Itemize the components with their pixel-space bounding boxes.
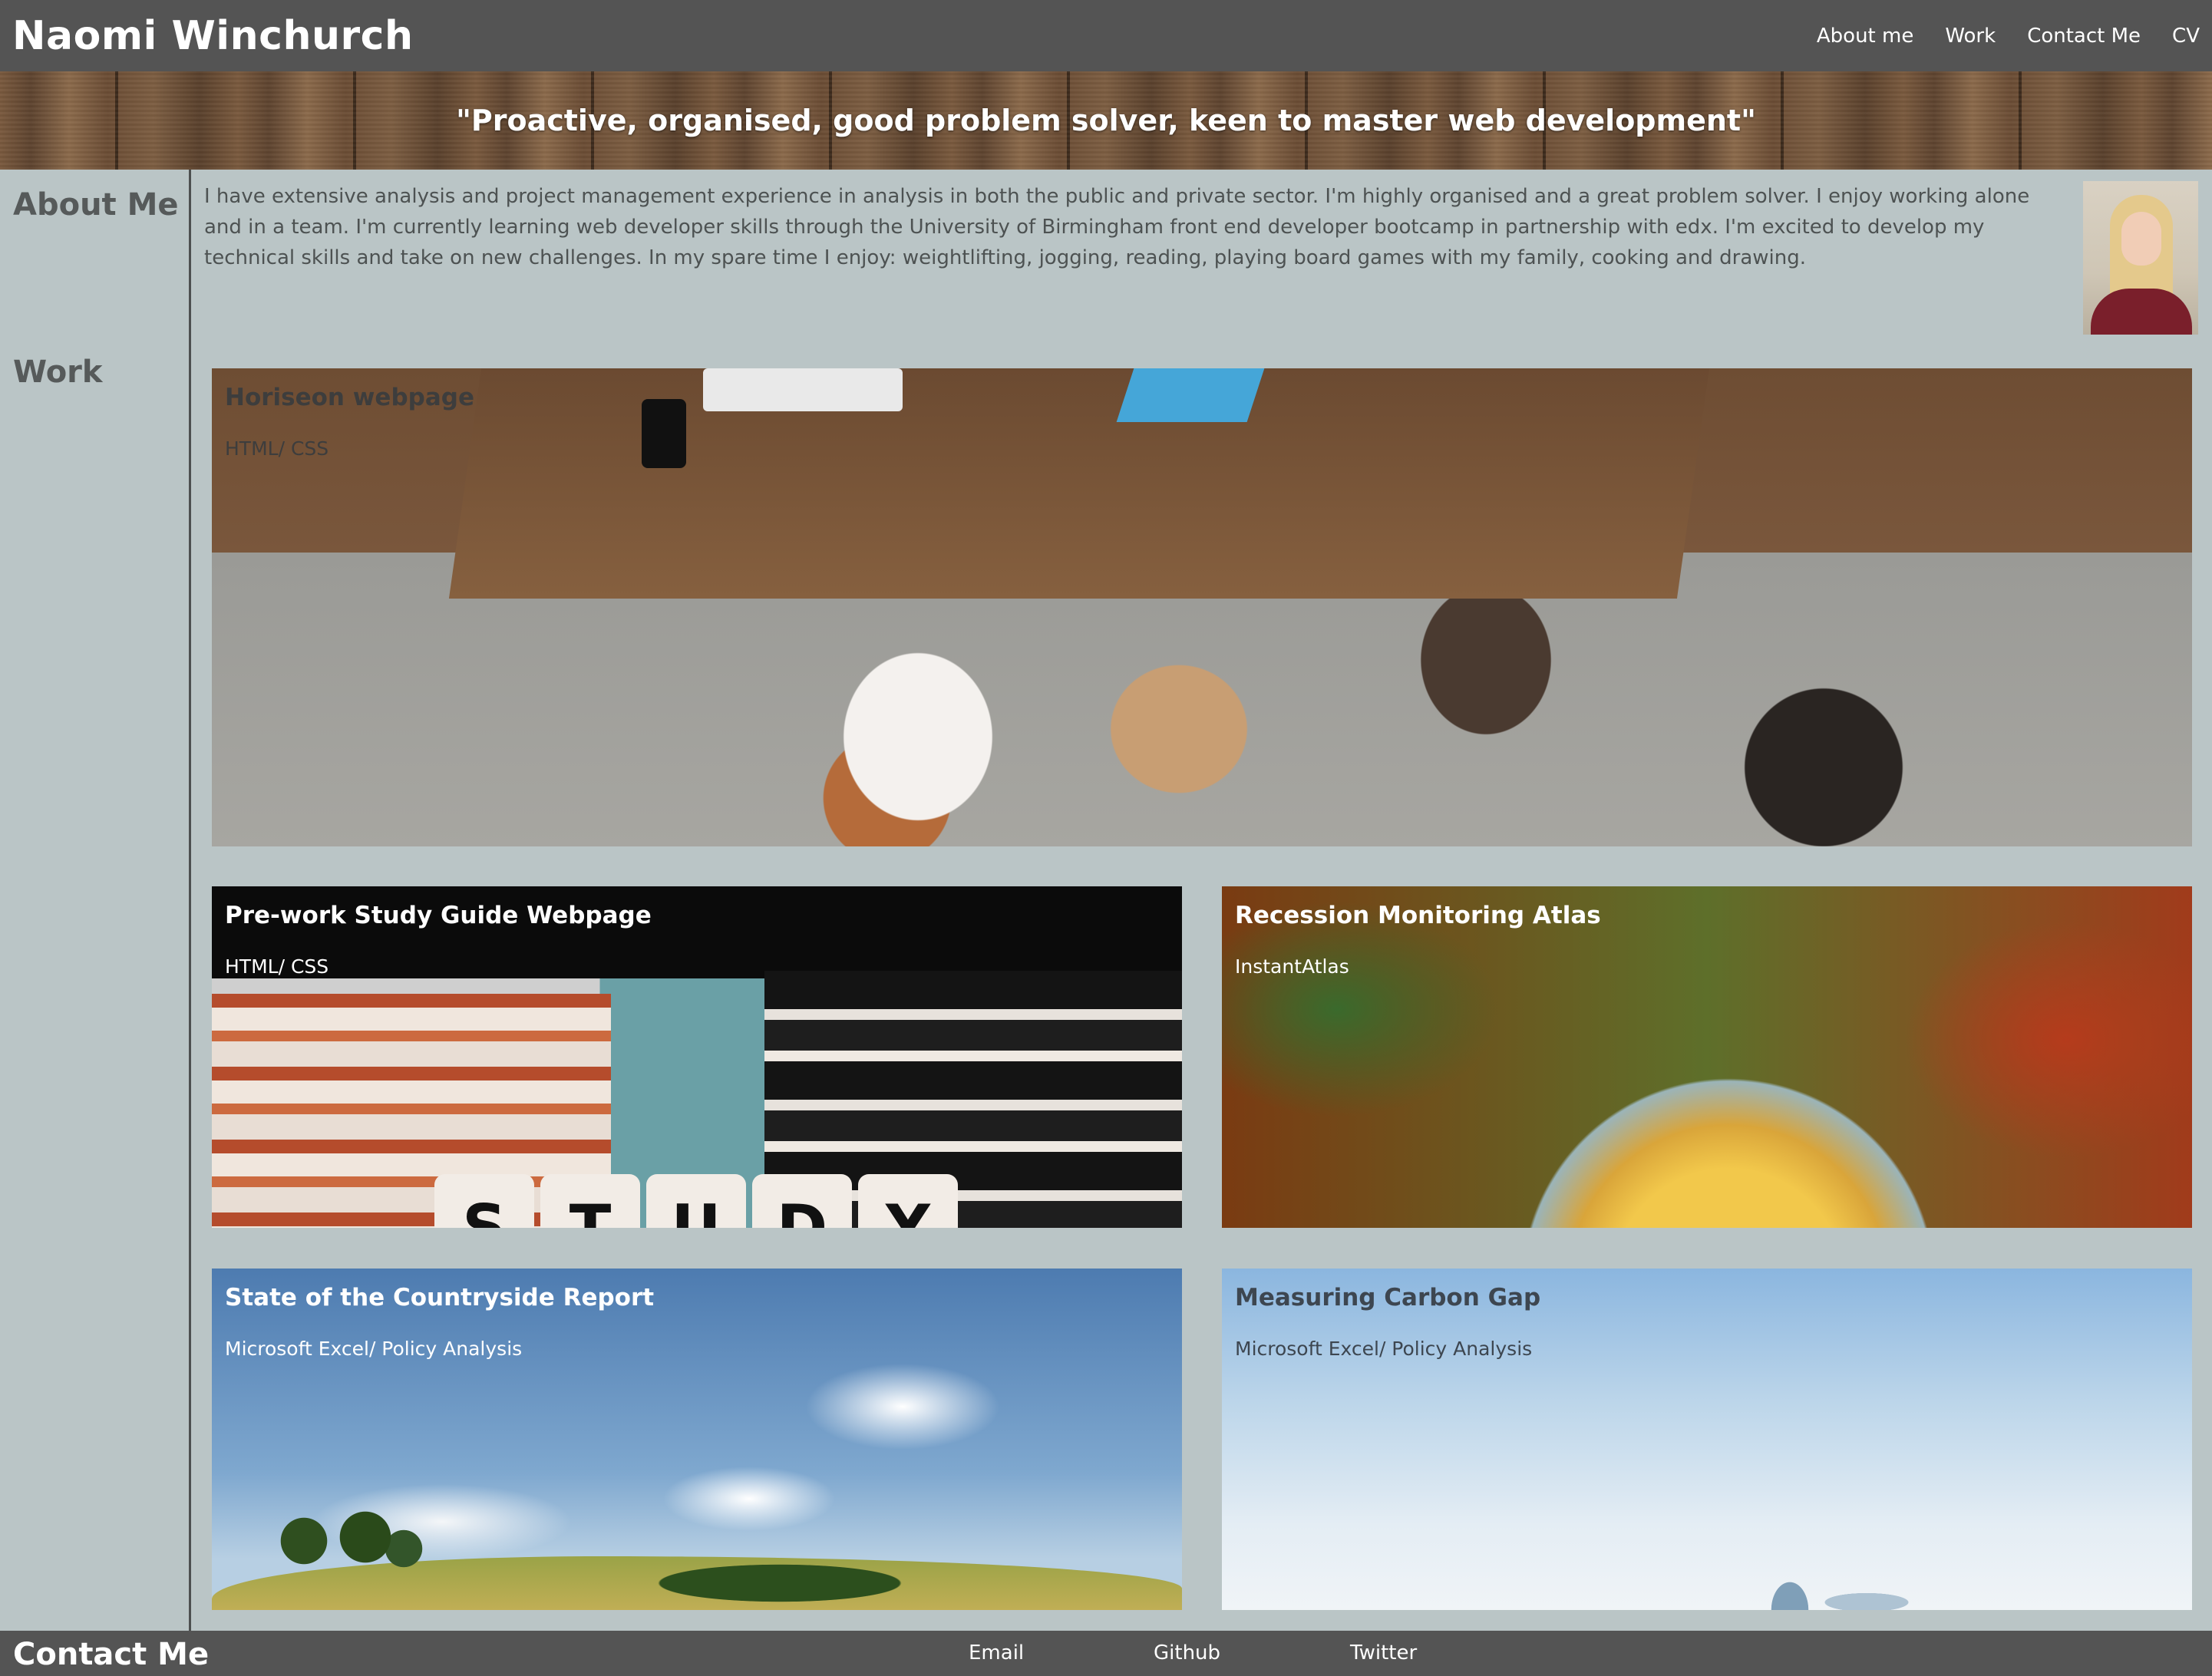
project-card-carbon-gap[interactable]: Measuring Carbon Gap Microsoft Excel/ Po… <box>1222 1269 2192 1610</box>
project-title: Horiseon webpage <box>225 384 474 411</box>
project-card-countryside-report[interactable]: State of the Countryside Report Microsof… <box>212 1269 1182 1610</box>
project-tech: HTML/ CSS <box>225 955 329 978</box>
project-card-recession-atlas[interactable]: Recession Monitoring Atlas InstantAtlas <box>1222 886 2192 1228</box>
tagline: "Proactive, organised, good problem solv… <box>456 104 1756 137</box>
twitter-link[interactable]: Twitter <box>1350 1641 1417 1664</box>
desk-image <box>448 368 1710 599</box>
iceberg-image <box>1759 1556 1928 1610</box>
die-letter: Y <box>858 1174 958 1228</box>
book-image <box>1116 368 1265 422</box>
trees-image <box>258 1503 427 1587</box>
study-dice: S T U D Y <box>434 1174 958 1228</box>
trees-image <box>580 1552 979 1606</box>
site-title: Naomi Winchurch <box>12 12 414 59</box>
hero-banner: "Proactive, organised, good problem solv… <box>0 71 2212 170</box>
sidebar-divider <box>189 170 191 1631</box>
die-letter: T <box>540 1174 640 1228</box>
site-footer: Contact Me Email Github Twitter <box>0 1631 2212 1676</box>
nav-cv[interactable]: CV <box>2172 25 2200 48</box>
project-title: Measuring Carbon Gap <box>1235 1284 1541 1311</box>
project-title: State of the Countryside Report <box>225 1284 655 1311</box>
project-card-horiseon[interactable]: Horiseon webpage HTML/ CSS <box>212 368 2192 846</box>
project-title: Recession Monitoring Atlas <box>1235 902 1601 929</box>
die-letter: S <box>434 1174 534 1228</box>
nav-about-me[interactable]: About me <box>1817 25 1913 48</box>
contact-heading: Contact Me <box>13 1637 210 1672</box>
phone-image <box>642 399 686 468</box>
work-heading: Work <box>13 355 103 390</box>
main-nav: About me Work Contact Me CV <box>1785 0 2200 71</box>
project-tech: Microsoft Excel/ Policy Analysis <box>225 1338 523 1360</box>
keyboard-image <box>703 368 903 411</box>
github-link[interactable]: Github <box>1154 1641 1220 1664</box>
email-link[interactable]: Email <box>969 1641 1024 1664</box>
project-card-study-guide[interactable]: S T U D Y Pre-work Study Guide Webpage H… <box>212 886 1182 1228</box>
site-header: Naomi Winchurch About me Work Contact Me… <box>0 0 2212 71</box>
about-text: I have extensive analysis and project ma… <box>204 185 2030 269</box>
project-tech: InstantAtlas <box>1235 955 1349 978</box>
project-title: Pre-work Study Guide Webpage <box>225 902 652 929</box>
profile-photo <box>2083 181 2198 335</box>
die-letter: U <box>646 1174 746 1228</box>
project-tech: HTML/ CSS <box>225 437 329 460</box>
die-letter: D <box>752 1174 852 1228</box>
nav-contact-me[interactable]: Contact Me <box>2027 25 2141 48</box>
about-heading: About Me <box>13 187 179 223</box>
nav-work[interactable]: Work <box>1945 25 1996 48</box>
project-tech: Microsoft Excel/ Policy Analysis <box>1235 1338 1533 1360</box>
